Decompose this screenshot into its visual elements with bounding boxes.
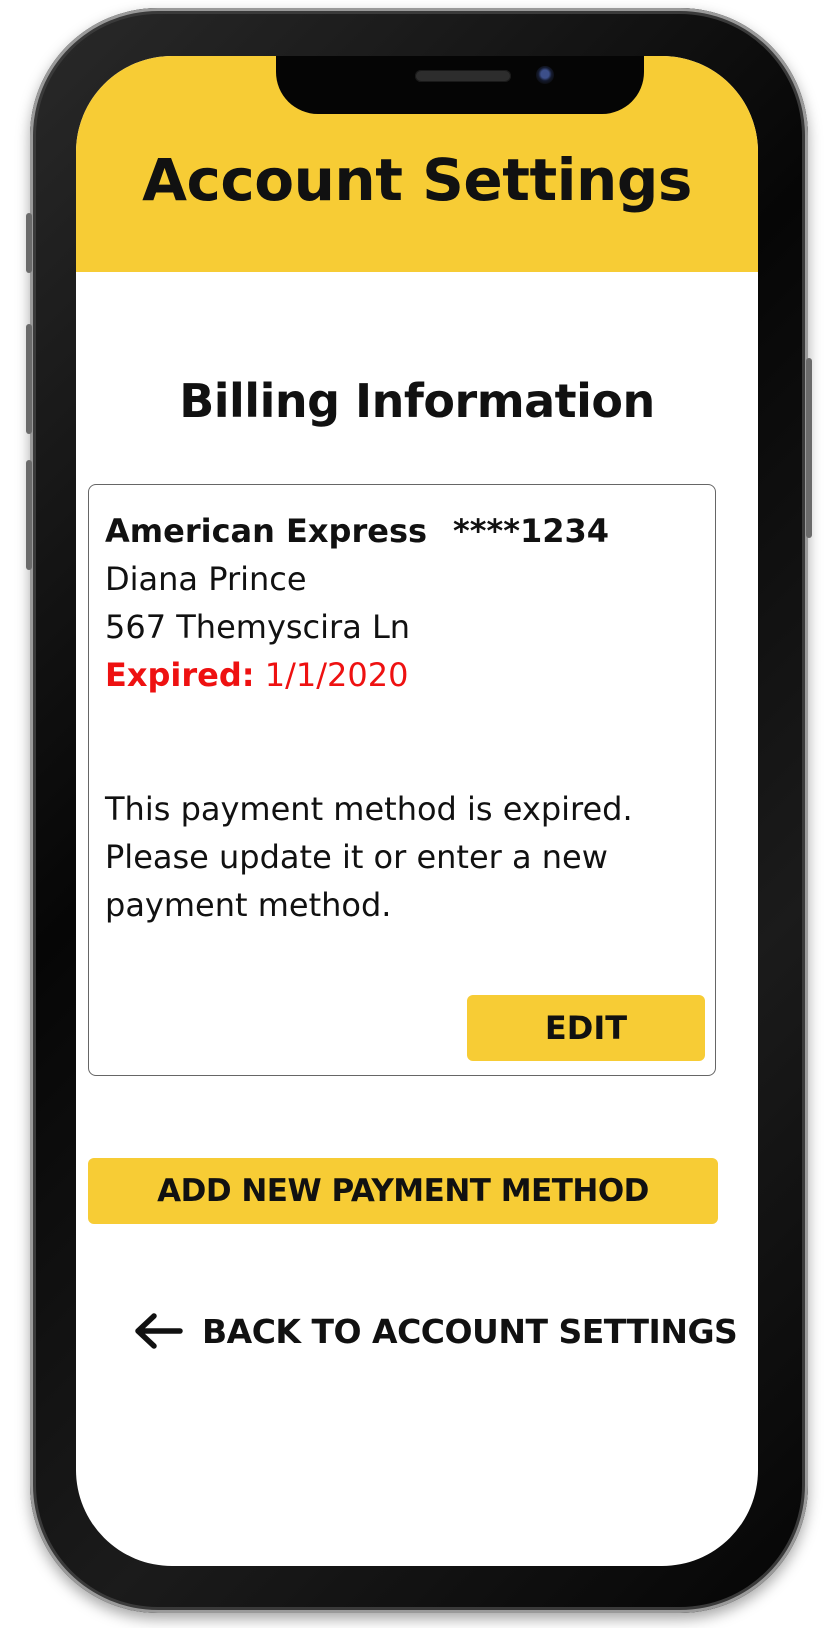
payment-method-card: American Express ****1234 Diana Prince 56… (88, 484, 716, 1076)
side-button (26, 460, 32, 570)
front-camera (536, 66, 554, 84)
section-title: Billing Information (179, 374, 655, 428)
speaker-grille (415, 70, 511, 82)
side-button (26, 324, 32, 434)
cardholder-name: Diana Prince (105, 560, 307, 598)
phone-frame: Account Settings Billing Information Ame… (26, 8, 812, 1613)
expired-label: Expired: (105, 656, 255, 694)
side-button (26, 213, 32, 273)
card-brand: American Express (105, 512, 428, 550)
back-to-account-settings-link[interactable]: BACK TO ACCOUNT SETTINGS (132, 1311, 738, 1351)
billing-address: 567 Themyscira Ln (105, 608, 411, 646)
screen: Account Settings Billing Information Ame… (76, 56, 758, 1566)
notch (276, 56, 644, 114)
side-button (806, 358, 812, 538)
card-number: ****1234 (453, 512, 610, 550)
page-title: Account Settings (142, 146, 692, 214)
expired-message: This payment method is expired. Please u… (105, 790, 633, 924)
card-brand-row: American Express ****1234 (105, 512, 609, 550)
arrow-left-icon (135, 1313, 183, 1349)
expired-date: 1/1/2020 (264, 656, 409, 694)
expiry-row: Expired: 1/1/2020 (105, 656, 408, 694)
back-link-label: BACK TO ACCOUNT SETTINGS (202, 1311, 738, 1351)
edit-button[interactable]: EDIT (467, 995, 705, 1061)
add-payment-method-button[interactable]: ADD NEW PAYMENT METHOD (88, 1158, 718, 1224)
